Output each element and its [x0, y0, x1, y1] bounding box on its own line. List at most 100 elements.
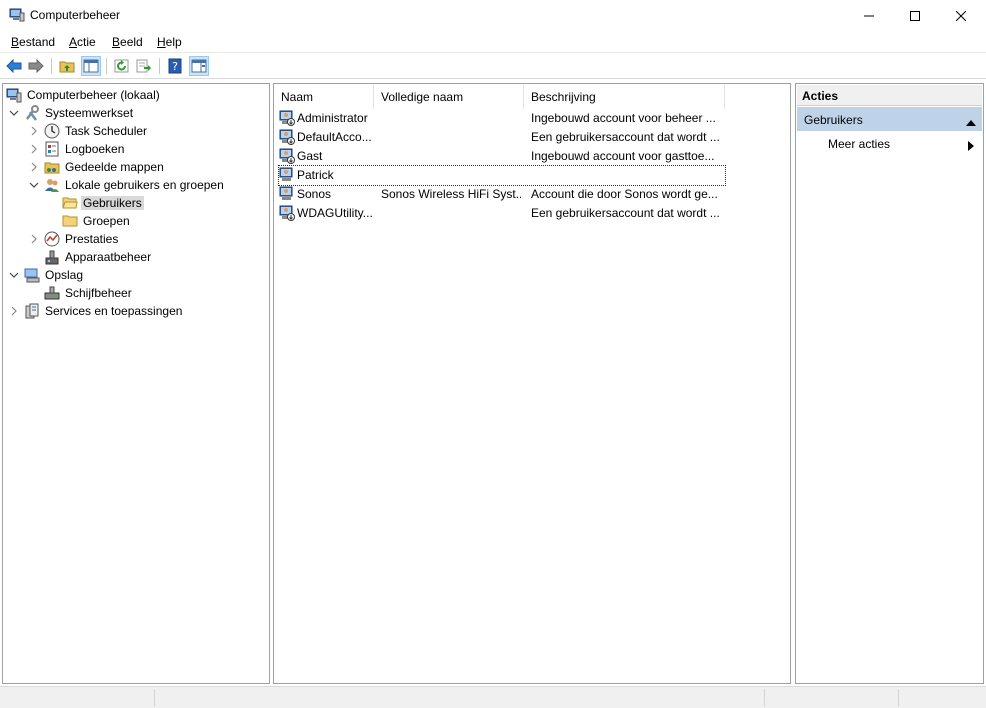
tree-item-label: Systeemwerkset: [45, 106, 134, 120]
export-list-button[interactable]: [134, 56, 154, 76]
menu-bar: Bestand Actie Beeld Help: [0, 31, 986, 53]
chevron-right-icon[interactable]: [28, 161, 40, 173]
chevron-right-icon[interactable]: [8, 305, 20, 317]
back-arrow-icon: [6, 59, 22, 73]
status-cell: [764, 689, 898, 707]
computer-management-icon: [6, 87, 22, 103]
computer-management-app-icon: [9, 8, 25, 22]
event-viewer-icon: [44, 141, 60, 157]
toolbar: ?: [0, 54, 986, 79]
refresh-icon: [114, 59, 129, 73]
svg-text:?: ?: [172, 60, 178, 73]
title-bar[interactable]: Computerbeheer: [0, 0, 986, 31]
status-cell: [154, 689, 764, 707]
chevron-right-icon[interactable]: [28, 125, 40, 137]
tree-item-schijfbeheer[interactable]: Schijfbeheer: [44, 284, 134, 302]
tree-item-opslag[interactable]: Opslag: [8, 266, 85, 284]
tree-item-logboeken[interactable]: Logboeken: [28, 140, 126, 158]
submenu-arrow-icon: [968, 140, 974, 154]
cell-naam: Patrick: [297, 168, 334, 182]
tree-item-gedeelde-mappen[interactable]: Gedeelde mappen: [28, 158, 166, 176]
device-manager-icon: [44, 249, 60, 265]
table-row[interactable]: WDAGUtility... Een gebruikersaccount dat …: [279, 204, 725, 223]
chevron-right-icon[interactable]: [28, 143, 40, 155]
collapse-up-icon[interactable]: [966, 115, 976, 129]
cell-naam: Gast: [297, 149, 323, 163]
cell-naam: DefaultAcco...: [297, 130, 372, 144]
services-icon: [24, 303, 40, 319]
menu-actie[interactable]: Actie: [69, 35, 96, 49]
tree-item-label: Schijfbeheer: [65, 286, 132, 300]
cell-naam: Administrator: [297, 111, 368, 125]
tree-item-label: Apparaatbeheer: [65, 250, 152, 264]
tree-item-systeemwerkset[interactable]: Systeemwerkset: [8, 104, 135, 122]
close-button[interactable]: [938, 0, 984, 31]
show-hide-action-pane-button[interactable]: [189, 56, 209, 76]
more-actions-item[interactable]: Meer acties: [797, 134, 982, 154]
window-title: Computerbeheer: [30, 8, 121, 22]
status-bar: [0, 686, 986, 708]
actions-pane: Acties Gebruikers Meer acties: [795, 83, 984, 684]
up-one-level-button[interactable]: [57, 56, 77, 76]
chevron-down-icon[interactable]: [8, 107, 20, 119]
tree-item-task-scheduler[interactable]: Task Scheduler: [28, 122, 149, 140]
action-pane-icon: [191, 59, 207, 73]
table-row[interactable]: Sonos Sonos Wireless HiFi Syst... Account …: [279, 185, 725, 204]
status-cell: [898, 689, 986, 707]
refresh-button[interactable]: [112, 56, 132, 76]
tree-item-gebruikers[interactable]: Gebruikers: [62, 194, 144, 212]
storage-icon: [24, 267, 40, 283]
folder-icon: [62, 213, 78, 229]
tree-item-prestaties[interactable]: Prestaties: [28, 230, 120, 248]
forward-button[interactable]: [26, 56, 46, 76]
chevron-down-icon[interactable]: [28, 179, 40, 191]
tree-item-groepen[interactable]: Groepen: [62, 212, 132, 230]
tree-item-services-en-toepassingen[interactable]: Services en toepassingen: [8, 302, 184, 320]
chevron-right-icon[interactable]: [28, 233, 40, 245]
actions-header: Acties: [797, 85, 982, 106]
disabled-user-icon: [279, 148, 295, 164]
forward-arrow-icon: [28, 59, 44, 73]
console-tree[interactable]: Computerbeheer (lokaal) Systeemwerkset T…: [2, 83, 270, 684]
back-button[interactable]: [4, 56, 24, 76]
table-row[interactable]: DefaultAcco... Een gebruikersaccount dat …: [279, 128, 725, 147]
tree-item-computerbeheer[interactable]: Computerbeheer (lokaal): [6, 86, 162, 104]
user-icon: [279, 167, 295, 183]
tree-item-lokale-gebruikers-en-groepen[interactable]: Lokale gebruikers en groepen: [28, 176, 226, 194]
clock-icon: [44, 123, 60, 139]
minimize-button[interactable]: [846, 0, 892, 31]
table-row[interactable]: Administrator Ingebouwd account voor behe…: [279, 109, 725, 128]
cell-volledige-naam: Sonos Wireless HiFi Syst...: [381, 187, 521, 201]
users-groups-icon: [44, 177, 60, 193]
actions-section-gebruikers[interactable]: Gebruikers: [797, 107, 982, 131]
tree-item-label: Computerbeheer (lokaal): [27, 88, 160, 102]
cell-naam: WDAGUtility...: [297, 206, 373, 220]
help-button[interactable]: ?: [165, 56, 185, 76]
table-row[interactable]: Gast Ingebouwd account voor gasttoe...: [279, 147, 725, 166]
column-header-beschrijving[interactable]: Beschrijving: [524, 85, 725, 109]
maximize-button[interactable]: [892, 0, 938, 31]
folder-up-icon: [59, 61, 75, 73]
column-header-naam[interactable]: Naam: [274, 85, 374, 109]
menu-bestand[interactable]: Bestand: [11, 35, 55, 49]
disabled-user-icon: [279, 110, 295, 126]
column-header-volledige-naam[interactable]: Volledige naam: [374, 85, 524, 109]
cell-beschrijving: Account die door Sonos wordt ge...: [531, 187, 718, 201]
tree-item-apparaatbeheer[interactable]: Apparaatbeheer: [44, 248, 153, 266]
cell-naam: Sonos: [297, 187, 332, 201]
show-hide-console-tree-button[interactable]: [81, 56, 101, 76]
help-icon: ?: [168, 58, 182, 74]
console-tree-icon: [83, 59, 99, 73]
folder-open-icon: [62, 195, 78, 211]
table-row[interactable]: Patrick: [278, 165, 726, 186]
chevron-down-icon[interactable]: [8, 269, 20, 281]
users-list-view[interactable]: Naam Volledige naam Beschrijving Adminis…: [273, 83, 791, 684]
tree-item-label: Services en toepassingen: [45, 304, 183, 318]
shared-folders-icon: [44, 159, 60, 175]
menu-beeld[interactable]: Beeld: [112, 35, 143, 49]
menu-help[interactable]: Help: [157, 35, 182, 49]
performance-icon: [44, 231, 60, 247]
tree-item-label: Gebruikers: [81, 196, 144, 210]
disabled-user-icon: [279, 205, 295, 221]
tree-item-label: Logboeken: [65, 142, 125, 156]
